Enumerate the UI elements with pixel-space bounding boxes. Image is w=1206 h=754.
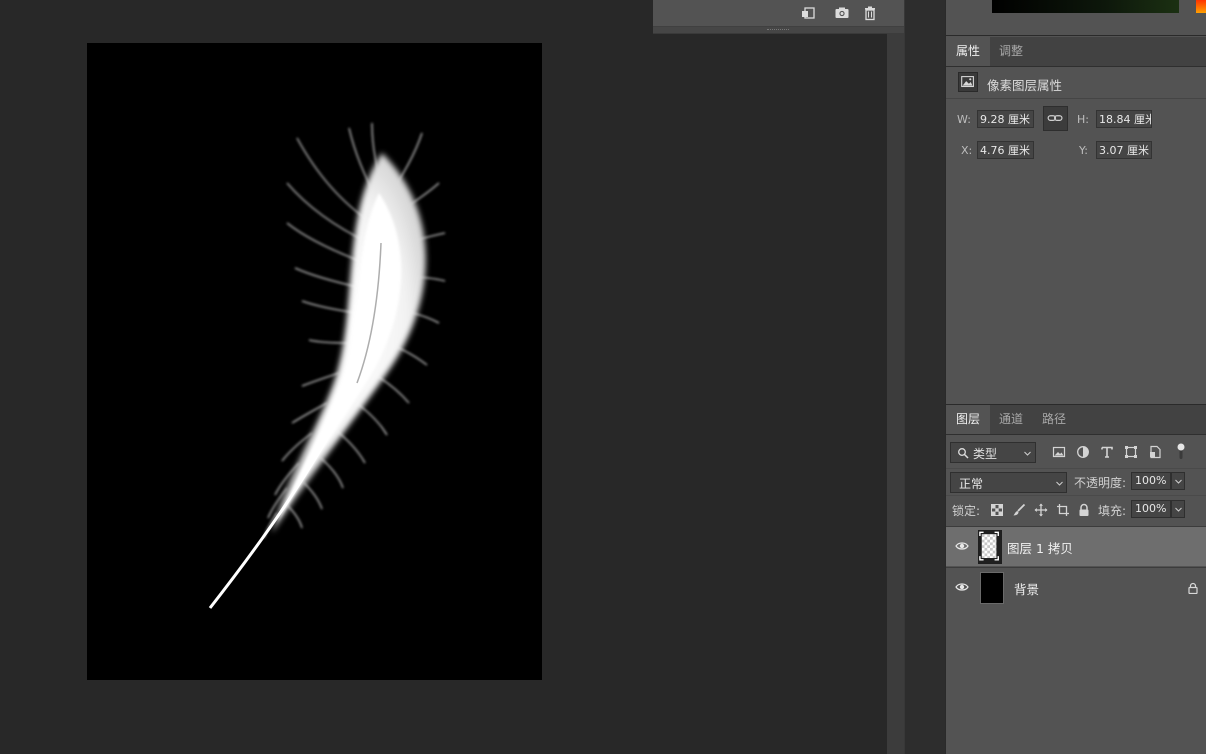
tab-layers[interactable]: 图层 [946,405,991,434]
fill-label: 填充: [1098,504,1127,518]
properties-title: 像素图层属性 [987,78,1063,93]
layer-thumbnail-black [980,572,1004,604]
properties-header: 像素图层属性 [946,67,1206,99]
vertical-scrollbar[interactable] [887,33,904,754]
layer-row-background[interactable]: 背景 [946,567,1206,607]
chevron-down-icon [1024,451,1031,456]
properties-tabbar: 属性 调整 [946,37,1206,67]
lock-transparent-pixels-icon[interactable] [990,503,1004,517]
y-label: Y: [1079,144,1088,157]
filter-toggle-switch[interactable] [1177,442,1185,460]
panel-resize-grip[interactable] [653,27,904,33]
document-canvas[interactable] [87,43,542,680]
lock-all-icon[interactable] [1077,503,1091,517]
collapsed-panel-dock [904,0,945,754]
lock-position-icon[interactable] [1034,503,1048,517]
hue-slider[interactable] [1196,0,1206,13]
layer-name[interactable]: 背景 [1014,579,1039,598]
layer-name[interactable]: 图层 1 拷贝 [1007,538,1073,557]
chevron-down-icon [1175,507,1182,512]
document-workspace[interactable] [0,0,887,754]
width-label: W: [957,113,971,126]
opacity-slider-button[interactable] [1171,472,1185,490]
blend-mode-value: 正常 [959,477,984,491]
color-panel [946,0,1206,36]
feather-artwork [208,122,446,609]
shape-filter-icon[interactable] [1124,445,1138,459]
lock-image-pixels-icon[interactable] [1012,503,1026,517]
y-position-input[interactable]: 3.07 厘米 [1096,141,1152,159]
tab-adjustments[interactable]: 调整 [989,37,1033,66]
width-input[interactable]: 9.28 厘米 [977,110,1034,128]
color-field[interactable] [992,0,1179,13]
height-input[interactable]: 18.84 厘米 [1096,110,1152,128]
fill-input[interactable]: 100% [1131,500,1171,518]
tab-paths[interactable]: 路径 [1032,405,1076,434]
lock-label: 锁定: [952,504,981,518]
layer-thumbnail-transparent [978,530,1002,564]
image-filter-icon[interactable] [1052,445,1066,459]
trash-icon[interactable] [862,5,878,21]
layer-row-copy[interactable]: 图层 1 拷贝 [946,526,1206,566]
lock-artboard-icon[interactable] [1056,503,1070,517]
x-label: X: [961,144,973,157]
x-position-input[interactable]: 4.76 厘米 [977,141,1034,159]
tab-channels[interactable]: 通道 [989,405,1033,434]
link-dimensions-button[interactable] [1043,106,1068,131]
chevron-down-icon [1175,479,1182,484]
chevron-down-icon [1056,481,1063,486]
layer-lock-icon [1187,582,1199,595]
history-panel-toolbar [653,0,904,27]
type-filter-icon[interactable] [1100,445,1114,459]
adjustment-filter-icon[interactable] [1076,445,1090,459]
blend-mode-select[interactable]: 正常 [950,472,1067,493]
tab-properties[interactable]: 属性 [946,37,991,66]
history-panel-footer [653,0,904,34]
height-label: H: [1077,113,1089,126]
chain-link-icon [1047,115,1063,121]
search-icon [958,448,969,459]
smart-object-filter-icon[interactable] [1148,445,1162,459]
pixel-layer-icon [958,72,978,92]
layer-filter-row: 类型 [946,437,1206,467]
layers-tabbar: 图层 通道 路径 [946,404,1206,435]
filter-kind-label: 类型 [973,447,998,461]
visibility-eye-icon[interactable] [955,540,969,552]
opacity-input[interactable]: 100% [1131,472,1171,490]
visibility-eye-icon[interactable] [955,581,969,593]
opacity-label: 不透明度: [1074,476,1127,490]
layers-list-empty-area[interactable] [946,608,1206,754]
camera-snapshot-icon[interactable] [834,5,850,21]
lock-fill-row: 锁定: 填充: 100% [946,495,1206,524]
layer-filter-select[interactable]: 类型 [950,442,1036,463]
fill-slider-button[interactable] [1171,500,1185,518]
new-document-from-state-icon[interactable] [801,5,817,21]
right-panel-dock: 属性 调整 像素图层属性 W: 9.28 厘米 H: 18.84 厘米 X: 4… [945,0,1206,754]
blend-opacity-row: 正常 不透明度: 100% [946,468,1206,495]
